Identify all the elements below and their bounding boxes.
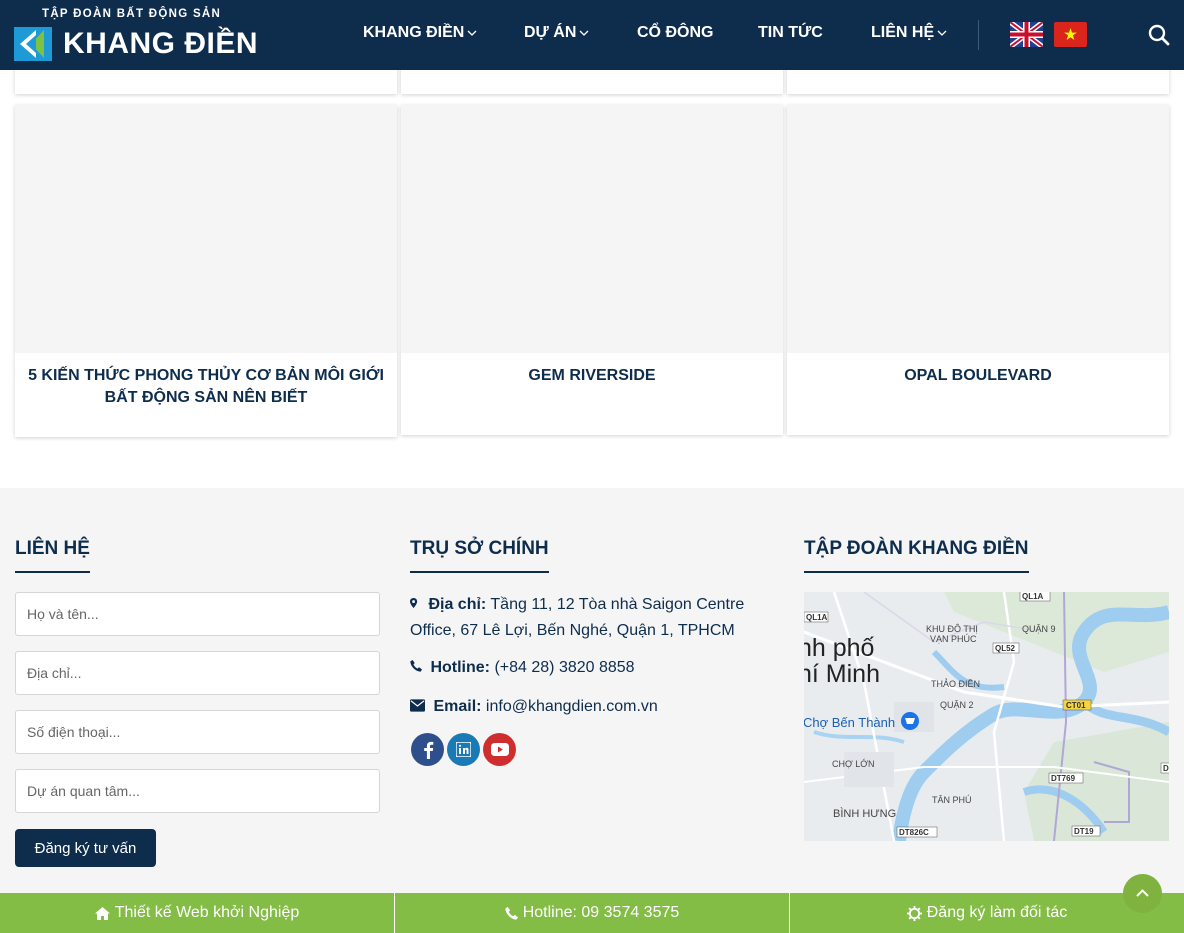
- project-card[interactable]: 5 KIẾN THỨC PHONG THỦY CƠ BẢN MÔI GIỚI B…: [15, 105, 397, 437]
- card-image[interactable]: [401, 105, 783, 353]
- nav-divider: [978, 20, 979, 50]
- phone-input[interactable]: [15, 710, 380, 754]
- map-label-van-phuc: VẠN PHÚC: [930, 634, 977, 644]
- phone-icon: [410, 660, 422, 672]
- map-label-quan9: QUẬN 9: [1022, 624, 1056, 634]
- map-label-ql1a-top: QL1A: [1022, 592, 1044, 601]
- email-value[interactable]: info@khangdien.com.vn: [486, 698, 658, 715]
- vn-flag-icon[interactable]: [1054, 22, 1087, 47]
- envelope-icon: [410, 699, 425, 712]
- hotline-value[interactable]: (+84 28) 3820 8858: [494, 659, 634, 676]
- chevron-up-icon: [1136, 889, 1149, 897]
- card-title[interactable]: OPAL BOULEVARD: [799, 365, 1157, 387]
- map-label-d-cut: D: [1163, 764, 1169, 773]
- map-label-cho-lon: CHỢ LỚN: [832, 759, 874, 769]
- map-label-dt769: DT769: [1051, 774, 1076, 783]
- map-label-city-1: nh phố: [804, 634, 875, 662]
- card-title[interactable]: 5 KIẾN THỨC PHONG THỦY CƠ BẢN MÔI GIỚI B…: [27, 365, 385, 409]
- email-block: Email: info@khangdien.com.vn: [410, 694, 658, 720]
- home-icon: [94, 906, 110, 920]
- web-design-label: Thiết kế Web khởi Nghiệp: [114, 904, 300, 921]
- site-footer: LIÊN HỆ Đăng ký tư vấn TRỤ SỞ CHÍNH Địa …: [0, 488, 1184, 933]
- email-label: Email:: [433, 698, 482, 715]
- nav-lien-he-label: LIÊN HỆ: [871, 24, 935, 41]
- nav-du-an[interactable]: DỰ ÁN: [524, 24, 589, 42]
- logo-tagline: TẬP ĐOÀN BẤT ĐỘNG SẢN: [42, 8, 222, 20]
- card-image[interactable]: [15, 105, 397, 353]
- map-label-ct01: CT01: [1066, 701, 1086, 710]
- chevron-down-icon: [937, 30, 947, 36]
- web-design-link[interactable]: Thiết kế Web khởi Nghiệp: [0, 893, 395, 933]
- name-input[interactable]: [15, 592, 380, 636]
- project-card[interactable]: OPAL BOULEVARD: [787, 105, 1169, 435]
- nav-du-an-label: DỰ ÁN: [524, 24, 577, 41]
- partner-signup-label: Đăng ký làm đối tác: [926, 904, 1068, 921]
- linkedin-icon[interactable]: [447, 733, 480, 766]
- location-map[interactable]: QL1A QL1A nh phố hí Minh KHU ĐÔ THỊ VẠN …: [804, 592, 1169, 841]
- address-label: Địa chỉ:: [428, 596, 487, 613]
- facebook-icon[interactable]: [411, 733, 444, 766]
- group-heading: TẬP ĐOÀN KHANG ĐIỀN: [804, 538, 1029, 573]
- gear-icon: [906, 905, 922, 921]
- phone-icon: [505, 906, 518, 920]
- hotline-label: Hotline:: [430, 659, 490, 676]
- nav-khang-dien[interactable]: KHANG ĐIỀN: [363, 24, 477, 42]
- card-image[interactable]: [787, 105, 1169, 353]
- nav-co-dong[interactable]: CỔ ĐÔNG: [637, 24, 713, 42]
- office-heading: TRỤ SỞ CHÍNH: [410, 538, 549, 573]
- chevron-down-icon: [579, 30, 589, 36]
- map-label-thao-dien: THẢO ĐIỀN: [931, 678, 980, 689]
- search-icon[interactable]: [1148, 24, 1170, 46]
- map-label-ql1a: QL1A: [806, 613, 828, 622]
- logo-mark-icon: [14, 27, 52, 61]
- card-title[interactable]: GEM RIVERSIDE: [413, 365, 771, 387]
- map-label-city-2: hí Minh: [804, 660, 880, 688]
- map-label-khu-do-thi: KHU ĐÔ THỊ: [926, 624, 978, 634]
- map-label-cho-ben-thanh: Chợ Bến Thành: [804, 715, 895, 730]
- map-label-tan-phu: TÂN PHÚ: [932, 795, 972, 805]
- address-block: Địa chỉ: Tầng 11, 12 Tòa nhà Saigon Cent…: [410, 592, 780, 644]
- hotline-link[interactable]: Hotline: 09 3574 3575: [395, 893, 790, 933]
- bottom-action-bar: Thiết kế Web khởi Nghiệp Hotline: 09 357…: [0, 893, 1184, 933]
- contact-heading: LIÊN HỆ: [15, 538, 90, 573]
- back-to-top-button[interactable]: [1123, 874, 1162, 913]
- address-input[interactable]: [15, 651, 380, 695]
- hotline-block: Hotline: (+84 28) 3820 8858: [410, 655, 635, 681]
- map-marker-icon: [410, 598, 418, 608]
- project-card[interactable]: GEM RIVERSIDE: [401, 105, 783, 435]
- nav-lien-he[interactable]: LIÊN HỆ: [871, 24, 947, 42]
- register-consult-button[interactable]: Đăng ký tư vấn: [15, 829, 156, 867]
- nav-tin-tuc-label: TIN TỨC: [758, 24, 823, 41]
- hotline-bar-label: Hotline: 09 3574 3575: [522, 904, 680, 921]
- map-label-binh-hung: BÌNH HƯNG: [833, 807, 896, 820]
- nav-tin-tuc[interactable]: TIN TỨC: [758, 24, 823, 42]
- logo-name: KHANG ĐIỀN: [63, 27, 259, 60]
- map-label-dt19: DT19: [1074, 827, 1094, 836]
- khang-dien-logo[interactable]: TẬP ĐOÀN BẤT ĐỘNG SẢN KHANG ĐIỀN: [14, 8, 258, 64]
- map-label-quan2: QUẬN 2: [940, 700, 974, 710]
- project-interest-input[interactable]: [15, 769, 380, 813]
- nav-co-dong-label: CỔ ĐÔNG: [637, 24, 714, 41]
- youtube-icon[interactable]: [483, 733, 516, 766]
- map-label-dt826c: DT826C: [899, 828, 929, 837]
- address-line2: Office, 67 Lê Lợi, Bến Nghé, Quận 1, TPH…: [410, 622, 735, 639]
- chevron-down-icon: [467, 30, 477, 36]
- site-header: TẬP ĐOÀN BẤT ĐỘNG SẢN KHANG ĐIỀN KHANG Đ…: [0, 0, 1184, 70]
- address-line1: Tầng 11, 12 Tòa nhà Saigon Centre: [490, 596, 745, 613]
- en-flag-icon[interactable]: [1010, 22, 1043, 47]
- nav-khang-dien-label: KHANG ĐIỀN: [363, 24, 465, 41]
- map-label-ql52: QL52: [995, 644, 1016, 653]
